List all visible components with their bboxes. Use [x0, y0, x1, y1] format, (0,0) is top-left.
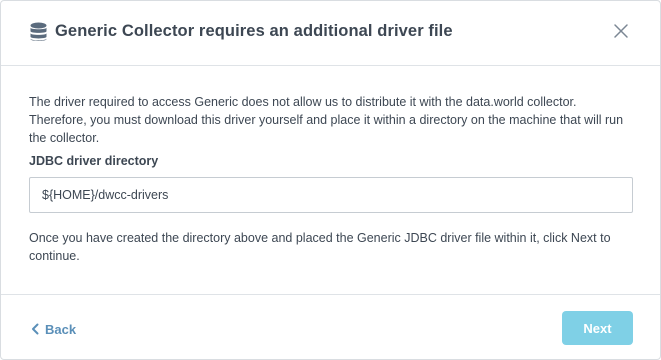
driver-directory-label: JDBC driver directory	[29, 154, 159, 168]
driver-dialog: Generic Collector requires an additional…	[0, 0, 661, 360]
database-icon	[30, 22, 47, 41]
dialog-body: The driver required to access Generic do…	[29, 93, 633, 263]
next-button[interactable]: Next	[562, 311, 633, 345]
back-button[interactable]: Back	[31, 320, 76, 338]
dialog-footer: Back Next	[1, 294, 660, 360]
back-button-label: Back	[45, 321, 77, 337]
chevron-left-icon	[32, 323, 39, 335]
driver-description: The driver required to access Generic do…	[29, 95, 624, 145]
instruction-note: Once you have created the directory abov…	[29, 231, 611, 263]
driver-directory-input[interactable]	[29, 177, 633, 213]
close-icon[interactable]	[612, 22, 630, 40]
dialog-header: Generic Collector requires an additional…	[1, 1, 660, 66]
dialog-title: Generic Collector requires an additional…	[55, 22, 453, 40]
